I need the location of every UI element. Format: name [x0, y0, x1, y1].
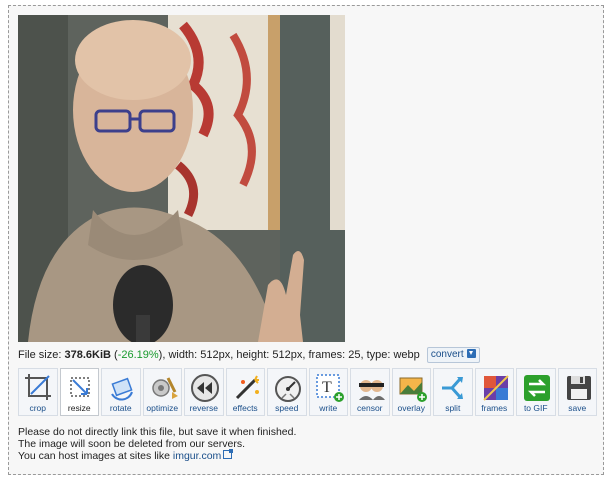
file-info-line: File size: 378.6KiB (-26.19%), width: 51… — [18, 347, 480, 364]
paren-open: ( — [110, 349, 118, 361]
tool-label: write — [319, 403, 338, 413]
tool-label: censor — [356, 403, 383, 413]
resize-icon — [69, 377, 90, 397]
tool-label: optimize — [146, 403, 179, 413]
note-line-1: Please do not directly link this file, b… — [18, 426, 297, 438]
tool-censor-button[interactable]: censor — [350, 368, 390, 416]
tool-label: resize — [67, 403, 91, 413]
tool-crop-button[interactable]: crop — [18, 368, 58, 416]
tool-label: to GIF — [523, 403, 548, 413]
file-dimensions-text: ), width: 512px, height: 512px, frames: … — [158, 349, 420, 361]
split-icon — [442, 377, 463, 399]
tool-label: effects — [232, 403, 258, 413]
reverse-icon — [191, 374, 219, 402]
note-line-2: The image will soon be deleted from our … — [18, 438, 246, 450]
tool-speed-button[interactable]: speed — [267, 368, 307, 416]
tool-effects-button[interactable]: effects — [225, 368, 265, 416]
convert-label: convert — [430, 349, 464, 361]
editor-panel: File size: 378.6KiB (-26.19%), width: 51… — [8, 5, 604, 475]
imgur-link[interactable]: imgur.com — [173, 450, 221, 462]
speed-icon — [275, 376, 301, 402]
rotate-icon — [111, 377, 133, 401]
tool-optimize-button[interactable]: optimize — [142, 368, 182, 416]
tool-label: crop — [29, 403, 47, 413]
tool-label: speed — [275, 403, 299, 413]
tool-label: save — [568, 403, 587, 413]
tool-resize-button[interactable]: resize — [59, 368, 99, 416]
tool-frames-button[interactable]: frames — [474, 368, 514, 416]
tools-toolbar: crop resize rotate optimize reverse effects sp… — [18, 368, 597, 418]
tool-write-button[interactable]: Twrite — [308, 368, 348, 416]
crop-icon — [25, 374, 51, 400]
overlay-icon — [399, 377, 427, 402]
to-gif-icon — [524, 375, 550, 401]
frames-icon — [482, 375, 509, 401]
tool-label: reverse — [189, 403, 218, 413]
svg-text:T: T — [322, 379, 332, 396]
download-icon — [466, 349, 476, 359]
convert-button[interactable]: convert — [426, 347, 480, 364]
write-icon: T — [315, 374, 344, 402]
censor-icon — [359, 380, 385, 400]
effects-icon — [235, 375, 259, 400]
tool-to-gif-button[interactable]: to GIF — [516, 368, 556, 416]
tool-reverse-button[interactable]: reverse — [184, 368, 224, 416]
preview-image — [18, 15, 345, 342]
tool-label: frames — [481, 403, 508, 413]
note-line-3: You can host images at sites like imgur.… — [18, 449, 296, 462]
tool-label: rotate — [109, 403, 132, 413]
optimize-icon — [151, 377, 178, 399]
tool-save-button[interactable]: save — [557, 368, 597, 416]
size-change-percent: -26.19% — [117, 349, 159, 361]
notes: Please do not directly link this file, b… — [18, 426, 296, 462]
tool-label: overlay — [397, 403, 425, 413]
tool-rotate-button[interactable]: rotate — [101, 368, 141, 416]
tool-overlay-button[interactable]: overlay — [391, 368, 431, 416]
tool-label: split — [445, 403, 461, 413]
file-size-value: 378.6KiB — [64, 349, 111, 361]
file-size-prefix: File size: — [18, 349, 65, 361]
note-line-3-text: You can host images at sites like — [18, 450, 173, 462]
external-link-icon — [223, 449, 234, 459]
save-icon — [566, 376, 591, 400]
tool-split-button[interactable]: split — [433, 368, 473, 416]
animated-image-preview — [18, 15, 345, 342]
